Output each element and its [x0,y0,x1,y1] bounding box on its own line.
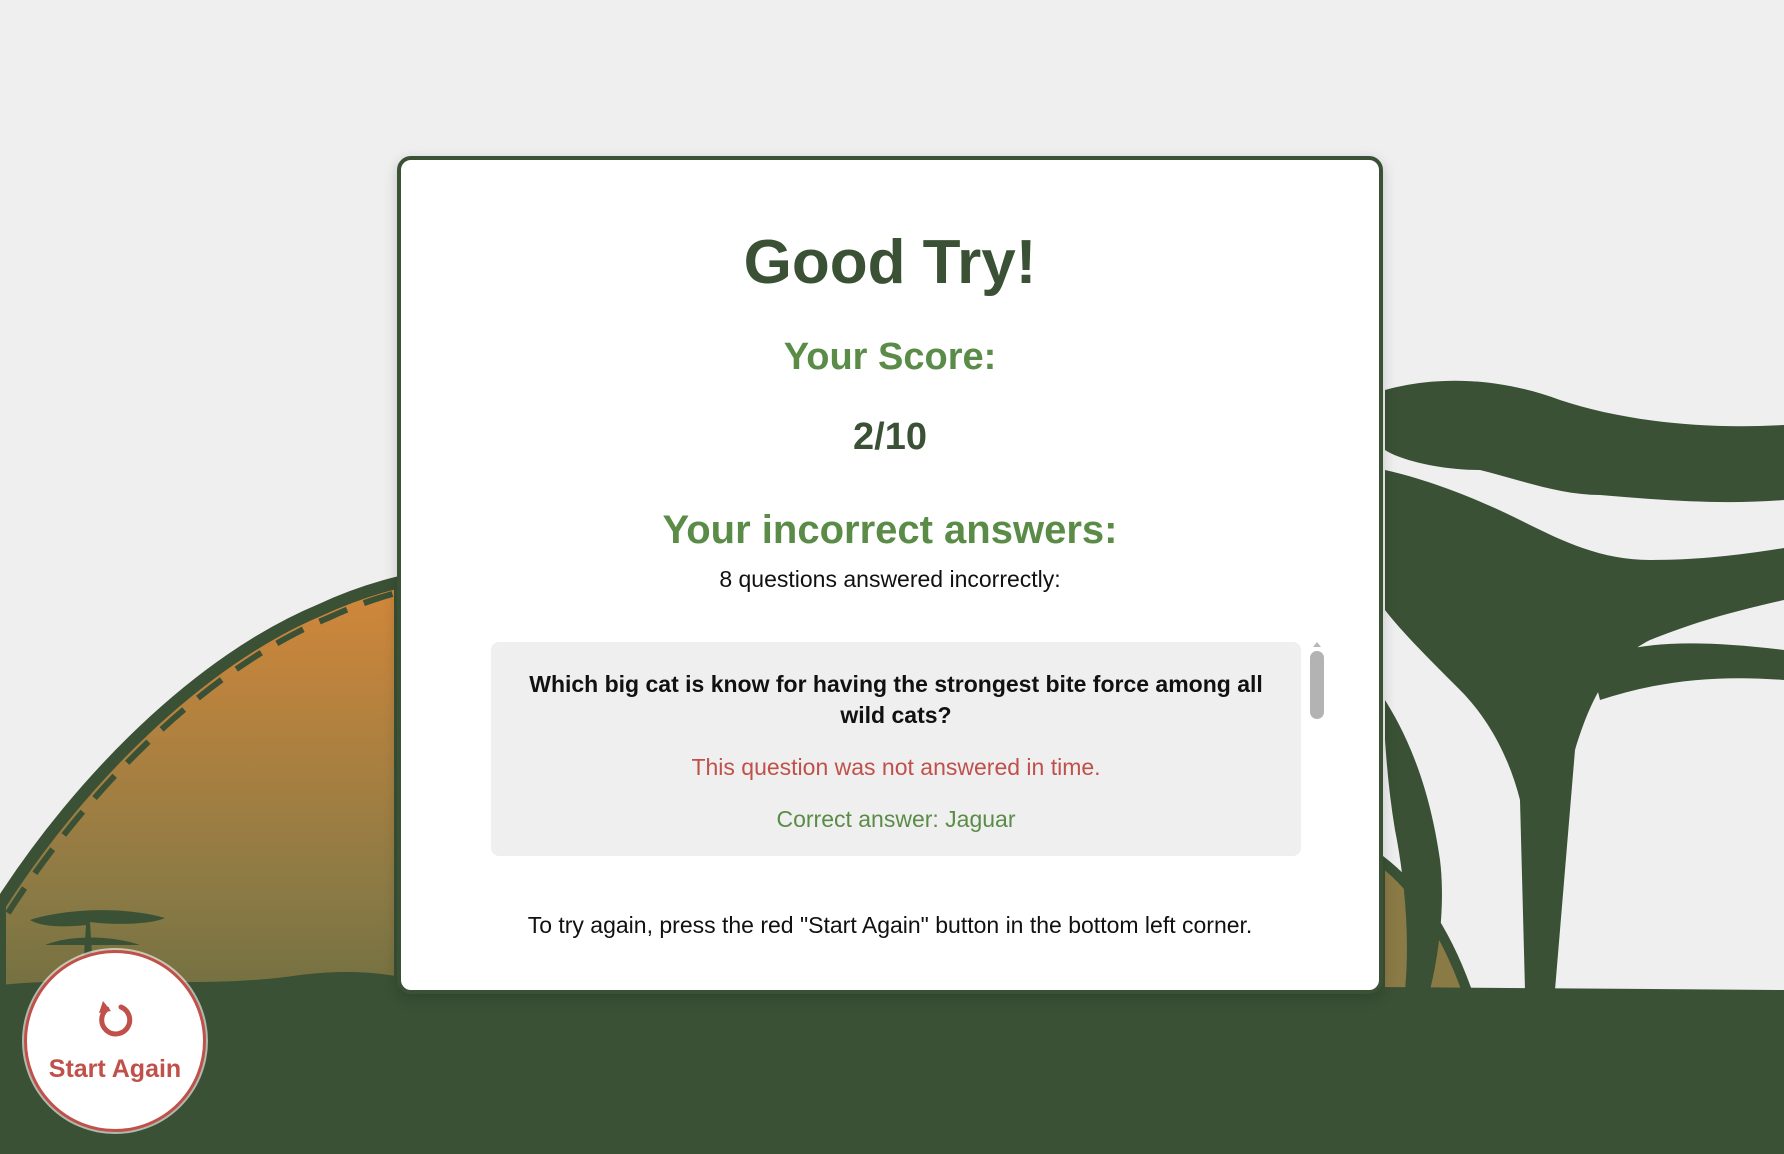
scrollbar-thumb[interactable] [1310,651,1324,719]
score-label: Your Score: [783,336,997,378]
acacia-tree [1385,380,1784,990]
quiz-results-screen: Good Try! Your Score: 2/10 Your incorrec… [0,0,1784,1154]
retry-instructions: To try again, press the red "Start Again… [527,912,1253,938]
score-value: 2/10 [853,416,927,458]
incorrect-count: 8 questions answered incorrectly: [719,566,1061,592]
results-card: Good Try! Your Score: 2/10 Your incorrec… [397,156,1383,994]
correct-answer: Correct answer: Jaguar [776,806,1016,832]
answers-scrollbar[interactable] [1308,642,1326,856]
question-text: Which big cat is know for having the str… [529,671,1263,728]
ground [0,972,1784,1154]
answer-status: This question was not answered in time. [691,754,1101,780]
incorrect-answers-list[interactable]: Which big cat is know for having the str… [491,642,1301,856]
results-title: Good Try! [743,228,1037,297]
start-again-label: Start Again [48,1055,182,1083]
incorrect-answers-heading: Your incorrect answers: [662,508,1118,552]
scroll-up-arrow-icon[interactable] [1313,642,1321,647]
start-again-button[interactable]: Start Again [24,950,206,1132]
restart-icon [99,1001,133,1037]
